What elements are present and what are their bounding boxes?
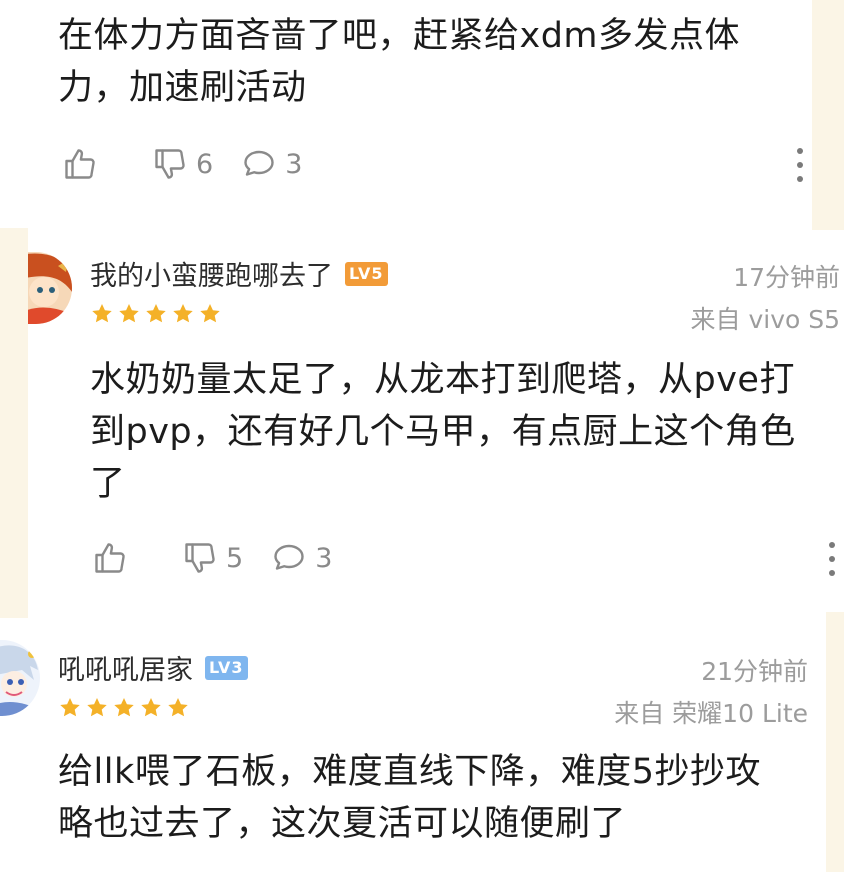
reply-count: 3 bbox=[285, 148, 303, 180]
star-icon bbox=[114, 698, 134, 717]
star-icon bbox=[87, 698, 107, 717]
more-vertical-icon[interactable] bbox=[828, 542, 836, 584]
device-info: 来自 荣耀10 Lite bbox=[614, 699, 808, 728]
comment-bubble-icon bbox=[274, 544, 304, 570]
dislike-button[interactable]: 6 bbox=[152, 146, 213, 182]
reply-button[interactable]: 3 bbox=[241, 146, 302, 182]
comment-text-line: 水奶奶量太足了，从龙本打到爬塔，从pve打 bbox=[90, 360, 795, 400]
avatar[interactable] bbox=[28, 252, 72, 324]
comment-text-line: 给llk喂了石板，难度直线下降，难度5抄抄攻 bbox=[58, 752, 761, 792]
comment-text: 在体力方面吝啬了吧，赶紧给xdm多发点体 力，加速刷活动 bbox=[58, 10, 740, 114]
star-icon bbox=[119, 304, 139, 323]
dislike-button[interactable]: 5 bbox=[182, 540, 243, 576]
comment-actions: 6 3 bbox=[62, 144, 330, 184]
thumbs-down-icon bbox=[185, 543, 215, 573]
thumbs-up-icon bbox=[65, 149, 95, 179]
username-text: 我的小蛮腰跑哪去了 bbox=[90, 261, 333, 292]
background-strip bbox=[812, 0, 844, 230]
rating-stars bbox=[58, 696, 193, 720]
username[interactable]: 吼吼吼居家 LV3 bbox=[58, 648, 248, 687]
like-button[interactable] bbox=[62, 146, 98, 182]
comment-text-line: 在体力方面吝啬了吧，赶紧给xdm多发点体 bbox=[58, 16, 741, 56]
reply-button[interactable]: 3 bbox=[271, 540, 332, 576]
star-icon bbox=[168, 698, 188, 717]
comment-card: 在体力方面吝啬了吧，赶紧给xdm多发点体 力，加速刷活动 6 3 bbox=[0, 0, 812, 228]
reply-count: 3 bbox=[315, 542, 333, 574]
star-icon bbox=[60, 698, 80, 717]
star-icon bbox=[200, 304, 220, 323]
like-button[interactable] bbox=[92, 540, 128, 576]
avatar[interactable] bbox=[0, 640, 40, 716]
username-text: 吼吼吼居家 bbox=[58, 655, 193, 686]
comment-bubble-icon bbox=[244, 150, 274, 176]
background-strip bbox=[0, 228, 28, 618]
comment-text-line: 了 bbox=[90, 464, 126, 504]
comment-text-line: 略也过去了，这次夏活可以随便刷了 bbox=[58, 804, 627, 844]
device-info: 来自 vivo S5 bbox=[690, 305, 841, 334]
comment-text: 给llk喂了石板，难度直线下降，难度5抄抄攻 略也过去了，这次夏活可以随便刷了 bbox=[58, 746, 761, 850]
comment-card: 吼吼吼居家 LV3 21分钟前 来自 荣耀10 Lite 给llk喂了石板，难度… bbox=[0, 618, 826, 872]
star-icon bbox=[92, 304, 112, 323]
comment-text-line: 力，加速刷活动 bbox=[58, 68, 307, 108]
comment-text: 水奶奶量太足了，从龙本打到爬塔，从pve打 到pvp，还有好几个马甲，有点厨上这… bbox=[90, 354, 796, 510]
post-time: 21分钟前 bbox=[701, 657, 808, 686]
star-icon bbox=[141, 698, 161, 717]
username[interactable]: 我的小蛮腰跑哪去了 LV5 bbox=[90, 254, 388, 293]
level-badge: LV5 bbox=[345, 261, 388, 286]
dislike-count: 6 bbox=[196, 148, 214, 180]
star-icon bbox=[146, 304, 166, 323]
star-icon bbox=[173, 304, 193, 323]
dislike-count: 5 bbox=[226, 542, 244, 574]
level-badge: LV3 bbox=[205, 655, 248, 680]
rating-stars bbox=[90, 302, 225, 326]
thumbs-up-icon bbox=[95, 543, 125, 573]
background-strip bbox=[826, 612, 844, 872]
thumbs-down-icon bbox=[155, 149, 185, 179]
comment-text-line: 到pvp，还有好几个马甲，有点厨上这个角色 bbox=[90, 412, 796, 452]
more-vertical-icon[interactable] bbox=[796, 148, 804, 190]
comment-card: 我的小蛮腰跑哪去了 LV5 17分钟前 来自 vivo S5 水奶奶量太足了，从… bbox=[28, 230, 844, 612]
post-time: 17分钟前 bbox=[733, 263, 840, 292]
comment-actions: 5 3 bbox=[92, 538, 360, 578]
